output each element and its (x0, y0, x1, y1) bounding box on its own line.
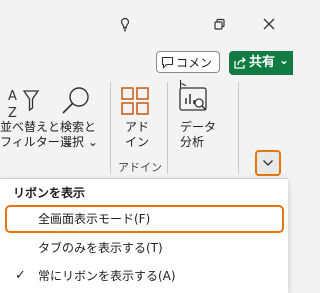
add-ins-button[interactable]: アド イン (125, 120, 149, 150)
chevron-down-icon (262, 158, 274, 168)
group-divider (238, 82, 239, 174)
menu-header: リボンを表示 (13, 186, 86, 200)
menu-item-show-tabs-only[interactable]: タブのみを表示する(T) (5, 235, 284, 263)
svg-text:A: A (8, 89, 17, 104)
add-ins-icon[interactable] (120, 86, 150, 116)
svg-text:Z: Z (8, 106, 17, 121)
share-icon (233, 56, 247, 70)
find-select-button[interactable]: 検索と 選択 ⌄ (60, 120, 98, 150)
data-analysis-icon[interactable] (178, 86, 208, 116)
data-analysis-button[interactable]: データ 分析 (180, 120, 216, 150)
group-divider (110, 82, 111, 174)
comment-button[interactable]: コメント (156, 51, 220, 92)
ribbon-display-menu: リボンを表示 全画面表示モード(F) タブのみを表示する(T) ✓ 常にリボンを… (0, 178, 288, 293)
find-select-icon[interactable] (60, 84, 94, 118)
comment-icon (161, 56, 174, 69)
group-divider (167, 82, 168, 174)
add-ins-group-label: アドイン (118, 161, 162, 174)
share-button[interactable]: 共有 ⌄ (229, 51, 293, 75)
ribbon: コメント 共有 ⌄ A Z 並べ替えと フィルター ⌄ 検索と 選択 ⌄ アド … (0, 48, 293, 178)
share-label: 共有 (249, 55, 276, 70)
sort-filter-icon[interactable]: A Z (6, 86, 46, 122)
title-bar (0, 0, 293, 48)
lightbulb-icon[interactable] (113, 12, 137, 36)
menu-item-full-screen[interactable]: 全画面表示モード(F) (5, 205, 284, 233)
check-icon: ✓ (15, 268, 26, 283)
restore-icon[interactable] (207, 12, 231, 36)
ribbon-display-options-button[interactable] (255, 150, 281, 176)
close-icon[interactable] (257, 12, 281, 36)
menu-item-always-show-ribbon[interactable]: ✓ 常にリボンを表示する(A) (5, 263, 284, 291)
share-chevron-icon: ⌄ (279, 53, 290, 67)
